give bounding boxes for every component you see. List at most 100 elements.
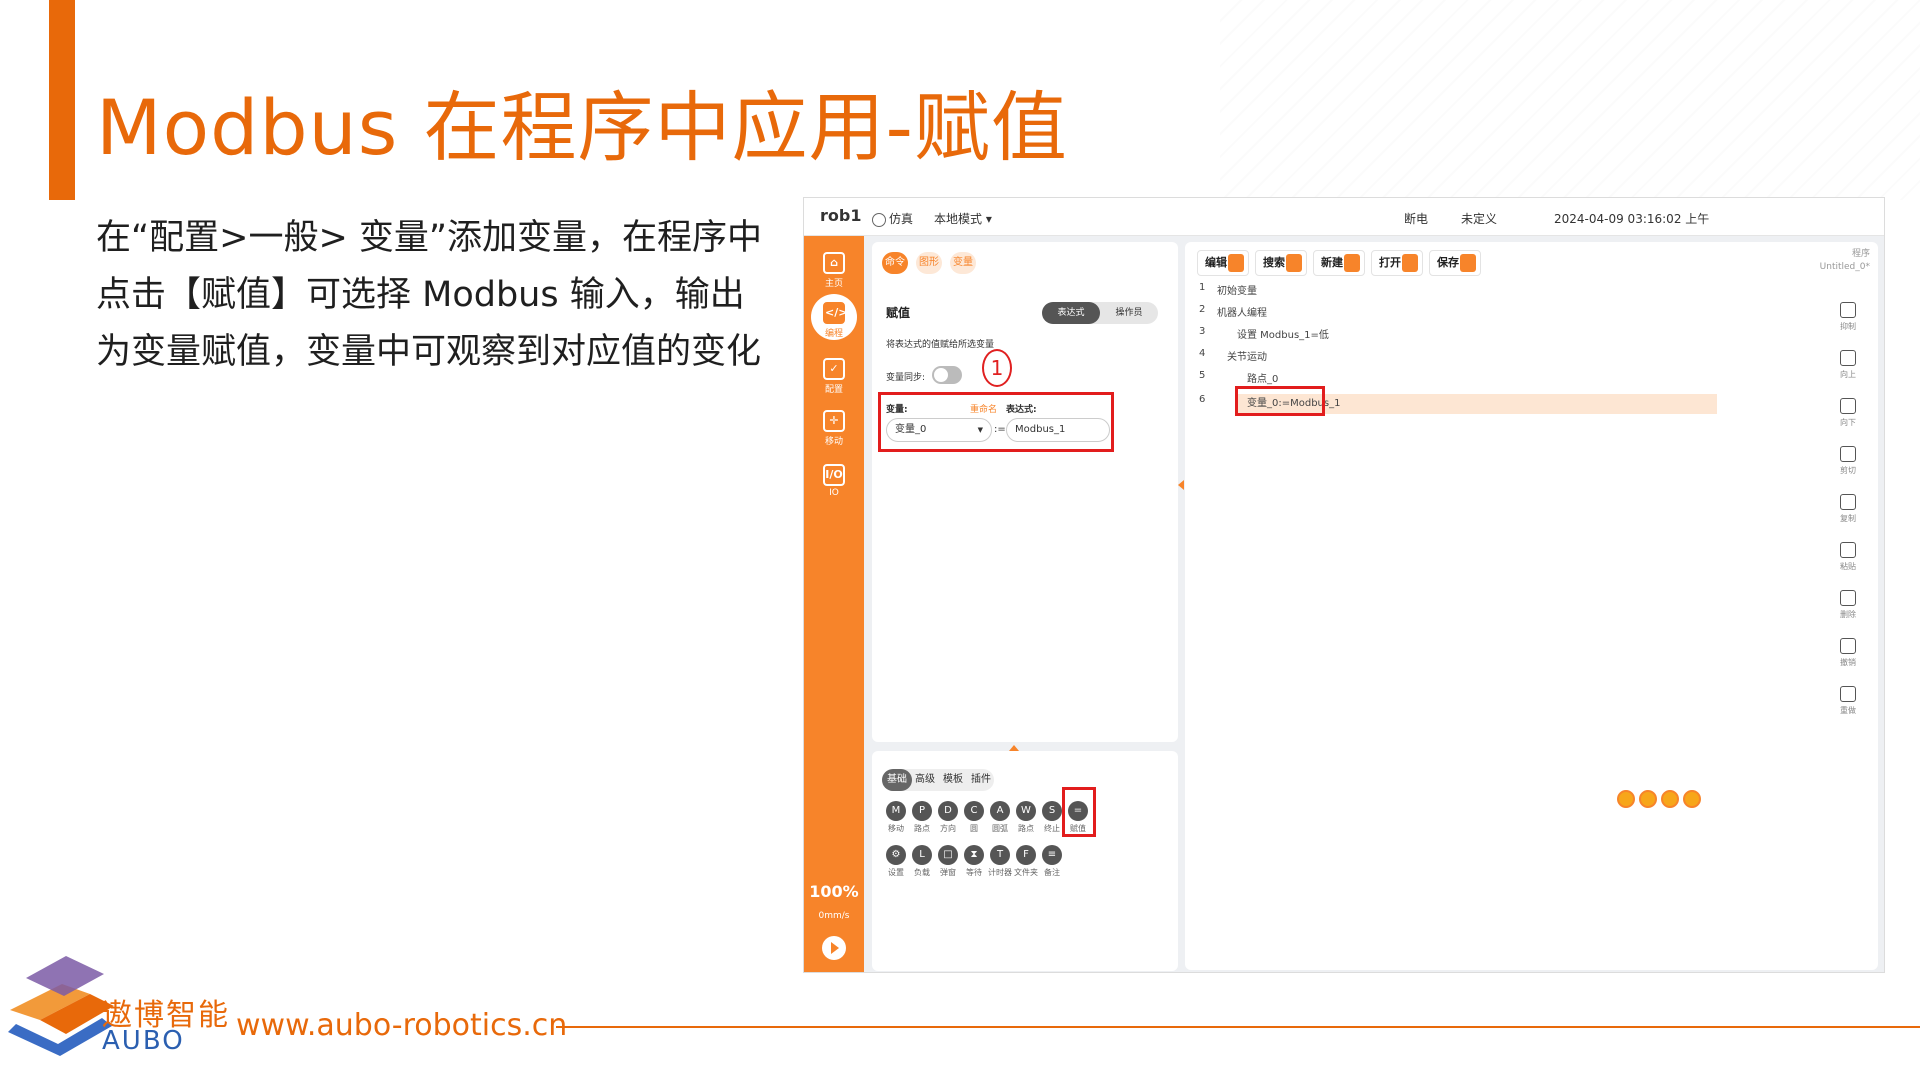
- save-button[interactable]: 保存: [1429, 250, 1481, 276]
- speed-value: 0mm/s: [818, 911, 850, 921]
- rename-link[interactable]: 重命名: [970, 402, 997, 415]
- move-tool-icon: M: [886, 801, 906, 821]
- line-number: 1: [1199, 282, 1206, 293]
- undo-icon: [1840, 638, 1856, 654]
- nav-item-config[interactable]: ✓ 配置: [804, 358, 864, 395]
- tool-popup[interactable]: □ 弹窗: [934, 845, 962, 878]
- tab-graphic[interactable]: 图形: [916, 252, 942, 274]
- move-down-button[interactable]: 向下: [1833, 398, 1863, 428]
- assign-node-highlight-box: [1235, 386, 1325, 416]
- sim-mode[interactable]: 仿真: [872, 210, 913, 227]
- new-file-icon: [1344, 254, 1360, 272]
- assign-panel: 命令 图形 变量 赋值 表达式 操作员 将表达式的值赋给所选变量 变量同步: 1…: [872, 242, 1178, 742]
- collapse-left-arrow-icon[interactable]: [1178, 480, 1184, 490]
- comment-icon: ≡: [1042, 845, 1062, 865]
- cut-icon: [1840, 446, 1856, 462]
- tool-settings[interactable]: ⚙ 设置: [882, 845, 910, 878]
- tool-payload[interactable]: L 负载: [908, 845, 936, 878]
- up-icon: [1840, 350, 1856, 366]
- tree-node-set-modbus[interactable]: 设置 Modbus_1=低: [1237, 326, 1329, 341]
- tool-wait[interactable]: ⧗ 等待: [960, 845, 988, 878]
- open-button[interactable]: 打开: [1371, 250, 1423, 276]
- tool-direction[interactable]: D 方向: [934, 801, 962, 834]
- waypoint-icon: P: [912, 801, 932, 821]
- tree-node-joint-move[interactable]: 关节运动: [1227, 348, 1267, 363]
- nav-item-move[interactable]: ✛ 移动: [804, 410, 864, 447]
- tab-basic[interactable]: 基础: [882, 769, 912, 791]
- tool-comment[interactable]: ≡ 备注: [1038, 845, 1066, 878]
- status-icon-3[interactable]: [1661, 790, 1679, 808]
- variable-select[interactable]: 变量_0 ▼: [886, 418, 992, 442]
- tool-arc[interactable]: A 圆弧: [986, 801, 1014, 834]
- tool-folder[interactable]: F 文件夹: [1012, 845, 1040, 878]
- background-pattern: [1220, 0, 1920, 200]
- tool-waypoint-2[interactable]: W 路点: [1012, 801, 1040, 834]
- redo-button[interactable]: 重做: [1833, 686, 1863, 716]
- search-icon: [1286, 254, 1302, 272]
- search-button[interactable]: 搜索: [1255, 250, 1307, 276]
- tool-waypoint[interactable]: P 路点: [908, 801, 936, 834]
- mode-operator[interactable]: 操作员: [1100, 302, 1158, 324]
- tab-variable[interactable]: 变量: [950, 252, 976, 274]
- delete-button[interactable]: 删除: [1833, 590, 1863, 620]
- tree-node-robot-program[interactable]: 机器人编程: [1217, 304, 1267, 319]
- sync-label: 变量同步:: [886, 373, 926, 383]
- tool-circle[interactable]: C圆: [960, 801, 988, 834]
- edit-button[interactable]: 编辑: [1197, 250, 1249, 276]
- left-nav: ⌂主页 </>编程 ✓配置 ✛移动 I/OIO 100% 0mm/s ? ? ?…: [804, 236, 864, 972]
- cut-button[interactable]: 剪切: [1833, 446, 1863, 476]
- move-icon: ✛: [823, 410, 845, 432]
- nav-item-io[interactable]: I/O IO: [804, 464, 864, 498]
- play-icon[interactable]: [822, 936, 846, 960]
- tools-panel: 基础 高级 模板 插件 M 移动 P 路点 D 方向 C圆 A 圆弧 W 路点 S 终止 =…: [872, 751, 1178, 971]
- slide-title: Modbus 在程序中应用-赋值: [96, 83, 1068, 172]
- tree-node-init-vars[interactable]: 初始变量: [1217, 282, 1257, 297]
- line-number: 5: [1199, 370, 1206, 381]
- open-folder-icon: [1402, 254, 1418, 272]
- tab-plugin[interactable]: 插件: [966, 769, 996, 791]
- code-icon: </>: [823, 302, 847, 324]
- nav-item-home[interactable]: ⌂ 主页: [804, 252, 864, 289]
- nav-item-program[interactable]: </> 编程: [804, 294, 864, 340]
- line-number: 3: [1199, 326, 1206, 337]
- copy-icon: [1840, 494, 1856, 510]
- tab-advanced[interactable]: 高级: [910, 769, 940, 791]
- line-number: 6: [1199, 394, 1206, 405]
- status-icon-4[interactable]: [1683, 790, 1701, 808]
- line-number: 2: [1199, 304, 1206, 315]
- power-status[interactable]: 断电: [1404, 210, 1428, 227]
- suppress-button[interactable]: 抑制: [1833, 302, 1863, 332]
- copy-button[interactable]: 复制: [1833, 494, 1863, 524]
- status-icon-2[interactable]: [1639, 790, 1657, 808]
- tab-template[interactable]: 模板: [938, 769, 968, 791]
- direction-icon: D: [938, 801, 958, 821]
- dropdown-arrow-icon: ▼: [977, 426, 983, 434]
- undo-button[interactable]: 撤销: [1833, 638, 1863, 668]
- sim-icon: [872, 212, 886, 227]
- paste-button[interactable]: 粘贴: [1833, 542, 1863, 572]
- payload-icon: L: [912, 845, 932, 865]
- assign-title: 赋值: [886, 306, 911, 320]
- assign-description: 将表达式的值赋给所选变量: [886, 340, 995, 350]
- folder-icon: F: [1016, 845, 1036, 865]
- tree-node-waypoint[interactable]: 路点_0: [1247, 370, 1278, 385]
- tool-move[interactable]: M 移动: [882, 801, 910, 834]
- variable-label: 变量:: [886, 405, 908, 415]
- assign-operator: :=: [994, 424, 1006, 435]
- save-icon: [1460, 254, 1476, 272]
- website-url[interactable]: www.aubo-robotics.cn: [236, 1008, 567, 1043]
- local-mode-dropdown[interactable]: 本地模式 ▾: [934, 210, 992, 227]
- tab-command[interactable]: 命令: [882, 252, 908, 274]
- delete-icon: [1840, 590, 1856, 606]
- sync-toggle[interactable]: [932, 366, 962, 384]
- status-icon-1[interactable]: [1617, 790, 1635, 808]
- move-up-button[interactable]: 向上: [1833, 350, 1863, 380]
- program-info: 程序 Untitled_0*: [1819, 249, 1870, 272]
- tool-timer[interactable]: T 计时器: [986, 845, 1014, 878]
- expression-input[interactable]: Modbus_1: [1006, 418, 1110, 442]
- mode-expression[interactable]: 表达式: [1042, 302, 1100, 324]
- app-screenshot: rob1 仿真 本地模式 ▾ 断电 未定义 2024-04-09 03:16:0…: [803, 197, 1885, 973]
- new-button[interactable]: 新建: [1313, 250, 1365, 276]
- expression-label: 表达式:: [1006, 405, 1037, 415]
- undefined-status: 未定义: [1461, 212, 1498, 226]
